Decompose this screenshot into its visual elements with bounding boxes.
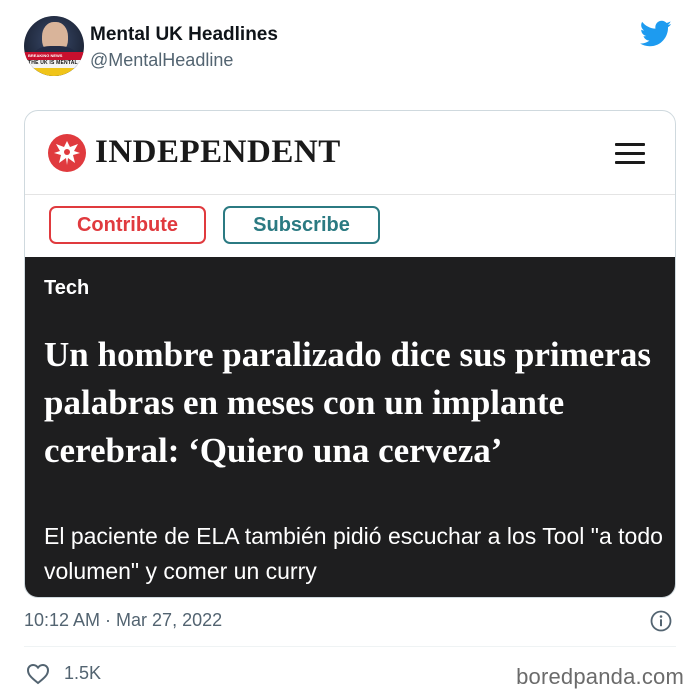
menu-line xyxy=(615,143,645,146)
like-count[interactable]: 1.5K xyxy=(64,663,101,684)
menu-line xyxy=(615,152,645,155)
tweet-header: BREAKING NEWS THE UK IS MENTAL Mental UK… xyxy=(24,16,676,80)
heart-icon[interactable] xyxy=(26,663,50,685)
account-handle[interactable]: @MentalHeadline xyxy=(90,50,233,71)
avatar-breaking-text: BREAKING NEWS xyxy=(28,53,63,58)
twitter-bird-icon[interactable] xyxy=(640,20,672,48)
section-tag[interactable]: Tech xyxy=(44,277,89,300)
avatar-banner-yellow xyxy=(24,68,84,76)
hamburger-menu-icon[interactable] xyxy=(615,143,647,165)
publication-wordmark[interactable]: INDEPENDENT xyxy=(95,134,341,171)
article-standfirst: El paciente de ELA también pidió escucha… xyxy=(44,523,663,584)
account-name[interactable]: Mental UK Headlines xyxy=(90,24,278,46)
menu-line xyxy=(615,161,645,164)
tweet-timestamp[interactable]: 10:12 AM · Mar 27, 2022 xyxy=(24,610,222,631)
avatar-banner-text: THE UK IS MENTAL xyxy=(28,60,78,66)
article-panel: Tech Un hombre paralizado dice sus prime… xyxy=(25,257,675,597)
footer-divider xyxy=(24,646,676,647)
avatar[interactable]: BREAKING NEWS THE UK IS MENTAL xyxy=(24,16,84,76)
independent-eagle-icon xyxy=(48,134,86,172)
source-watermark: boredpanda.com xyxy=(516,664,684,689)
subscribe-button[interactable]: Subscribe xyxy=(223,206,380,244)
contribute-button[interactable]: Contribute xyxy=(49,206,206,244)
article-card[interactable]: INDEPENDENT Contribute Subscribe Tech Un… xyxy=(24,110,676,598)
article-headline[interactable]: Un hombre paralizado dice sus primeras p… xyxy=(44,331,664,475)
info-icon[interactable] xyxy=(650,610,672,632)
card-divider xyxy=(25,194,675,195)
card-top-bar: INDEPENDENT xyxy=(25,111,675,195)
